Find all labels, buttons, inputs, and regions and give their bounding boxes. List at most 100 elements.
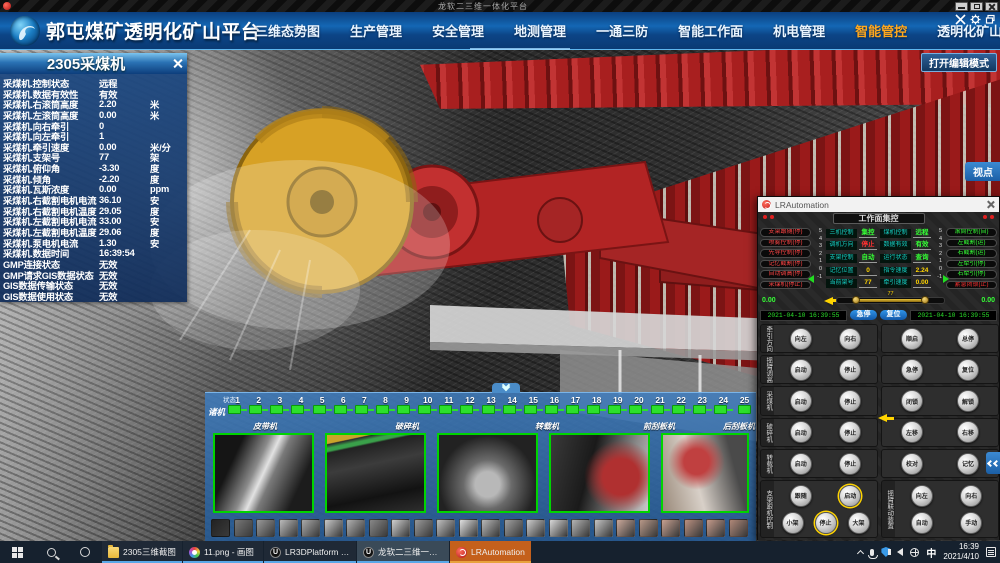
filmstrip-thumb[interactable] (301, 519, 320, 537)
lr-right-button-6[interactable]: 紧急闭锁(止) (946, 281, 997, 290)
lr-close-icon[interactable] (986, 200, 995, 209)
window-restore-icon[interactable] (985, 14, 996, 25)
tools-icon[interactable] (955, 14, 966, 25)
control-button[interactable]: 向右 (960, 485, 982, 507)
filmstrip-thumb[interactable] (211, 519, 230, 537)
channel-status-indicator[interactable] (334, 405, 347, 414)
lr-right-button-2[interactable]: 左截割(运) (946, 239, 997, 248)
channel-status-indicator[interactable] (629, 405, 642, 414)
channel-status-indicator[interactable] (482, 405, 495, 414)
channel-status-indicator[interactable] (693, 405, 706, 414)
control-button[interactable]: 停止 (839, 421, 861, 443)
channel-status-indicator[interactable] (587, 405, 600, 414)
filmstrip-thumb[interactable] (684, 519, 703, 537)
channel-status-indicator[interactable] (545, 405, 558, 414)
filmstrip-thumb[interactable] (234, 519, 253, 537)
control-button[interactable]: 复位 (957, 359, 979, 381)
lr-right-button-3[interactable]: 右截割(运) (946, 249, 997, 258)
control-button[interactable]: 停止 (815, 512, 837, 534)
filmstrip-thumb[interactable] (346, 519, 365, 537)
control-button[interactable]: 向右 (839, 328, 861, 350)
nav-item-6[interactable]: 智能工作面 (663, 21, 758, 40)
control-button[interactable]: 校对 (901, 453, 923, 475)
camera-thumb-5[interactable] (661, 433, 749, 513)
nav-item-5[interactable]: 一通三防 (581, 21, 663, 40)
control-button[interactable]: 停止 (839, 453, 861, 475)
control-button[interactable]: 启动 (790, 390, 812, 412)
channel-status-indicator[interactable] (672, 405, 685, 414)
edge-collapse-tab[interactable] (986, 452, 1000, 474)
volume-icon[interactable] (897, 548, 903, 556)
filmstrip-thumb[interactable] (706, 519, 725, 537)
slider-knob[interactable] (852, 296, 860, 304)
settings-gear-icon[interactable] (970, 14, 981, 25)
nav-item-8[interactable]: 智能管控 (840, 21, 922, 40)
control-button[interactable]: 大架 (848, 512, 870, 534)
slider-track[interactable]: 77 (836, 297, 945, 304)
viewpoint-tab[interactable]: 视点 (965, 162, 1000, 181)
open-edit-mode-button[interactable]: 打开编辑模式 (921, 53, 997, 72)
filmstrip-thumb[interactable] (279, 519, 298, 537)
control-button[interactable]: 停止 (839, 359, 861, 381)
lr-right-button-4[interactable]: 左牵引(停) (946, 260, 997, 269)
minimize-button[interactable] (955, 2, 968, 11)
action-center-button[interactable] (986, 547, 996, 557)
control-button[interactable]: 右移 (957, 421, 979, 443)
start-button[interactable] (0, 541, 34, 563)
taskbar-clock[interactable]: 16:39 2021/4/10 (943, 542, 979, 561)
control-button[interactable]: 左移 (901, 421, 923, 443)
estop-button[interactable]: 急停 (850, 310, 877, 320)
control-button[interactable]: 记忆 (957, 453, 979, 475)
channel-status-indicator[interactable] (291, 405, 304, 414)
filmstrip-thumb[interactable] (504, 519, 523, 537)
nav-item-3[interactable]: 安全管理 (417, 21, 499, 40)
reset-button[interactable]: 复位 (880, 310, 907, 320)
filmstrip-thumb[interactable] (324, 519, 343, 537)
camera-panel-collapse-button[interactable] (492, 383, 520, 393)
control-button[interactable]: 向左 (790, 328, 812, 350)
control-button[interactable]: 停止 (839, 390, 861, 412)
lr-left-button-3[interactable]: 先导控制(停) (760, 249, 811, 258)
nav-item-1[interactable]: 三维态势图 (240, 21, 335, 40)
control-button[interactable]: 启动 (790, 359, 812, 381)
control-button[interactable]: 顺启 (901, 328, 923, 350)
taskbar-item-3[interactable]: ULR3DPlatform - U... (264, 541, 356, 563)
control-button[interactable]: 手动 (960, 512, 982, 534)
control-button[interactable]: 闭锁 (901, 390, 923, 412)
channel-status-indicator[interactable] (714, 405, 727, 414)
filmstrip-thumb[interactable] (639, 519, 658, 537)
channel-status-indicator[interactable] (355, 405, 368, 414)
channel-status-indicator[interactable] (313, 405, 326, 414)
filmstrip-thumb[interactable] (549, 519, 568, 537)
control-button[interactable]: 急停 (901, 359, 923, 381)
filmstrip-thumb[interactable] (436, 519, 455, 537)
panel-close-icon[interactable] (172, 58, 183, 69)
filmstrip-thumb[interactable] (616, 519, 635, 537)
search-button[interactable] (34, 541, 68, 563)
control-button[interactable]: 跟随 (790, 485, 812, 507)
cortana-button[interactable] (68, 541, 102, 563)
channel-status-indicator[interactable] (608, 405, 621, 414)
nav-item-7[interactable]: 机电管理 (758, 21, 840, 40)
lr-left-button-4[interactable]: 记忆截割(停) (760, 260, 811, 269)
channel-status-indicator[interactable] (249, 405, 262, 414)
channel-status-indicator[interactable] (566, 405, 579, 414)
camera-thumb-4[interactable] (549, 433, 650, 513)
control-button[interactable]: 启动 (790, 421, 812, 443)
close-button[interactable] (985, 2, 998, 11)
slider-knob[interactable] (921, 296, 929, 304)
lr-right-button-5[interactable]: 右牵引(停) (946, 270, 997, 279)
control-button[interactable]: 总停 (957, 328, 979, 350)
control-button[interactable]: 启动 (790, 453, 812, 475)
taskbar-item-1[interactable]: 2305三维截图 (102, 541, 182, 563)
channel-status-indicator[interactable] (418, 405, 431, 414)
taskbar-item-2[interactable]: 11.png - 画图 (183, 541, 263, 563)
maximize-button[interactable] (970, 2, 983, 11)
channel-status-indicator[interactable] (503, 405, 516, 414)
camera-thumb-3[interactable] (437, 433, 538, 513)
channel-status-indicator[interactable] (439, 405, 452, 414)
lr-left-button-5[interactable]: 自动调高(停) (760, 270, 811, 279)
filmstrip-thumb[interactable] (481, 519, 500, 537)
control-button[interactable]: 启动 (839, 485, 861, 507)
camera-thumb-2[interactable] (325, 433, 426, 513)
